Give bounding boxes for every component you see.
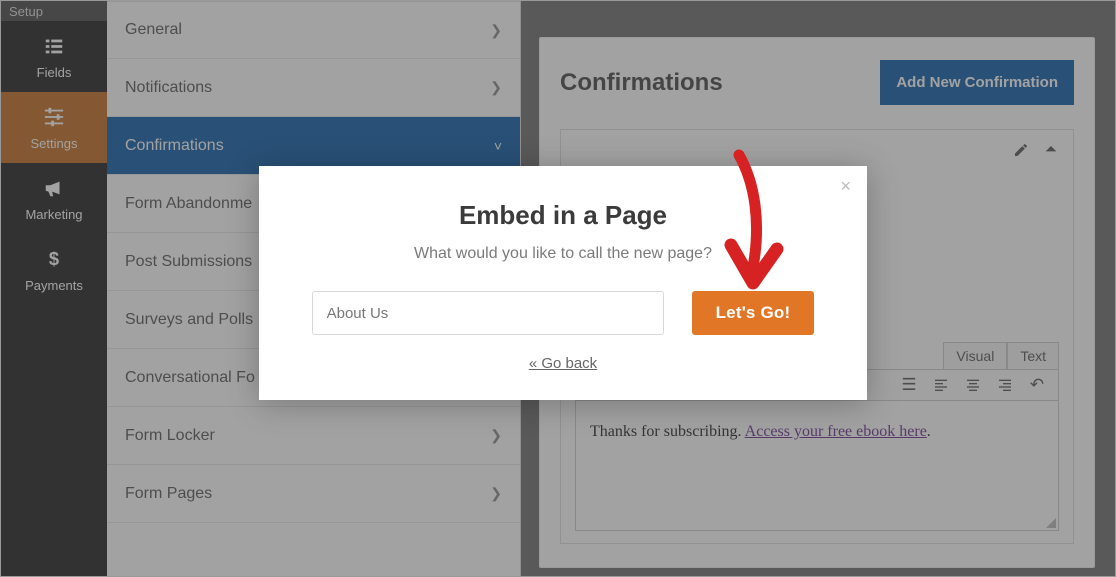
modal-subtitle: What would you like to call the new page… [305, 245, 821, 263]
close-icon[interactable]: × [840, 176, 851, 197]
lets-go-button[interactable]: Let's Go! [692, 291, 815, 335]
page-name-input[interactable] [312, 291, 664, 335]
embed-modal: × Embed in a Page What would you like to… [259, 166, 867, 400]
modal-title: Embed in a Page [305, 200, 821, 231]
go-back-link[interactable]: « Go back [305, 355, 821, 372]
